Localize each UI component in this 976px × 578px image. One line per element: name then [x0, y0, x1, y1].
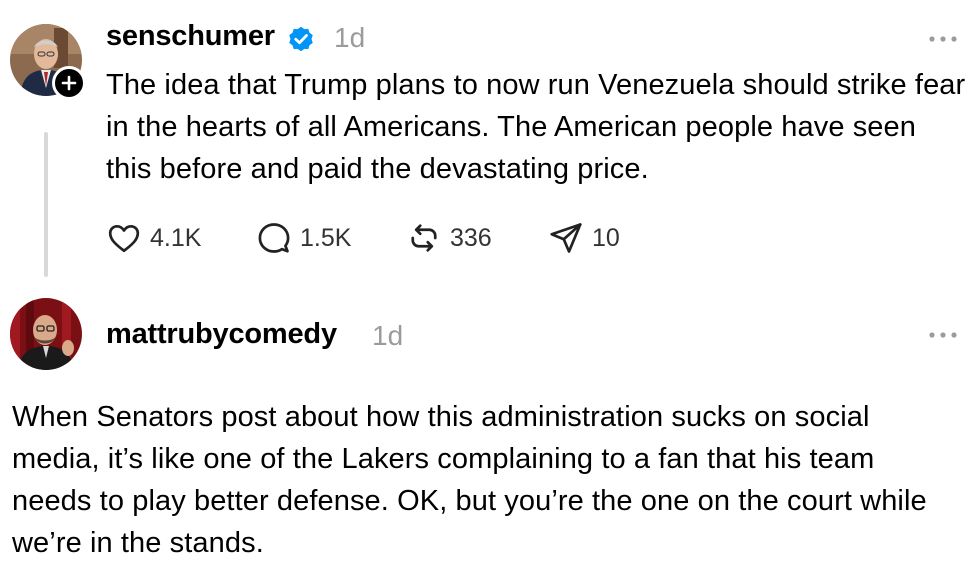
post-body: The idea that Trump plans to now run Ven…	[106, 69, 966, 185]
follow-button[interactable]	[52, 66, 86, 100]
comment-bubble-icon	[258, 223, 290, 253]
timestamp[interactable]: 1d	[372, 320, 403, 352]
repost-button[interactable]: 336	[406, 220, 492, 256]
reply-count: 1.5K	[300, 223, 352, 252]
plus-icon	[61, 75, 77, 91]
ellipsis-icon[interactable]	[928, 34, 958, 44]
timestamp[interactable]: 1d	[334, 22, 365, 54]
verified-badge-icon	[289, 26, 313, 52]
share-count: 10	[592, 223, 620, 252]
repost-count: 336	[450, 223, 492, 252]
share-button[interactable]: 10	[548, 220, 620, 256]
send-paper-plane-icon	[550, 223, 582, 253]
thread-line	[44, 132, 48, 277]
avatar[interactable]	[10, 298, 82, 370]
avatar-image	[10, 298, 82, 370]
reply-body: When Senators post about how this admini…	[12, 401, 927, 559]
like-button[interactable]: 4.1K	[106, 220, 201, 256]
repost-arrows-icon	[411, 224, 437, 252]
username[interactable]: senschumer	[106, 20, 275, 53]
heart-icon	[108, 224, 140, 253]
reply-button[interactable]: 1.5K	[256, 220, 351, 256]
username[interactable]: mattrubycomedy	[106, 318, 337, 351]
ellipsis-icon[interactable]	[928, 330, 958, 340]
like-count: 4.1K	[150, 223, 202, 252]
